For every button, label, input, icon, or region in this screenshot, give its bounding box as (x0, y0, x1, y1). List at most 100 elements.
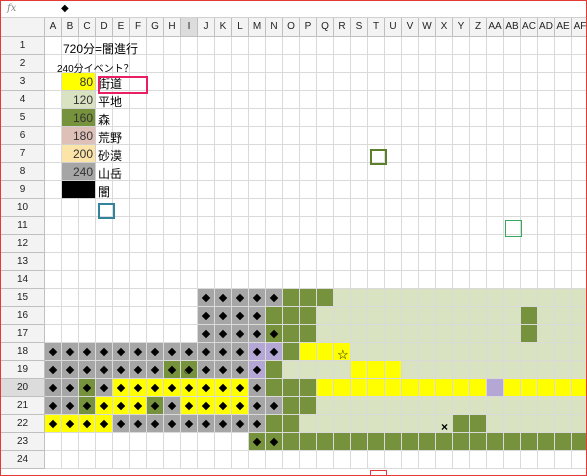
legend-label: 砂漠 (98, 149, 123, 163)
column-header[interactable]: AA (487, 18, 504, 37)
column-header[interactable]: F (130, 18, 147, 37)
column-header[interactable]: V (402, 18, 419, 37)
row-header[interactable]: 21 (1, 397, 45, 415)
row-header[interactable]: 4 (1, 91, 45, 109)
map-tile (487, 361, 504, 379)
map-tile (317, 379, 334, 397)
map-tile (572, 433, 586, 451)
cell-grid[interactable]: 720分=闇進行 240分イベント？ 80 街道 120 平地 160 森 180 荒野 200… (45, 37, 586, 475)
map-tile (572, 361, 586, 379)
row-header[interactable]: 23 (1, 433, 45, 451)
row-header[interactable]: 16 (1, 307, 45, 325)
map-tile (487, 397, 504, 415)
column-header[interactable]: Y (453, 18, 470, 37)
map-tile (436, 361, 453, 379)
map-tile (300, 289, 317, 307)
column-header[interactable]: T (368, 18, 385, 37)
legend-value: 200 (72, 147, 93, 161)
row-header[interactable]: 10 (1, 199, 45, 217)
map-tile (300, 361, 317, 379)
formula-value[interactable]: ◆ (61, 1, 69, 17)
column-header[interactable]: U (385, 18, 402, 37)
row-header[interactable]: 24 (1, 451, 45, 469)
map-tile (300, 379, 317, 397)
map-tile (368, 325, 385, 343)
row-header[interactable]: 3 (1, 73, 45, 91)
row-header[interactable]: 15 (1, 289, 45, 307)
map-tile (504, 415, 521, 433)
column-header[interactable]: K (215, 18, 232, 37)
row-header[interactable]: 17 (1, 325, 45, 343)
row-header[interactable]: 1 (1, 37, 45, 55)
map-tile (538, 433, 555, 451)
formula-bar[interactable]: fx ◆ (1, 1, 586, 18)
column-header[interactable]: O (283, 18, 300, 37)
map-tile (538, 379, 555, 397)
column-header[interactable]: I (181, 18, 198, 37)
select-all-corner[interactable] (1, 18, 45, 37)
column-header[interactable]: A (45, 18, 62, 37)
row-header[interactable]: 12 (1, 235, 45, 253)
row-header[interactable]: 2 (1, 55, 45, 73)
map-tile (555, 415, 572, 433)
row-header[interactable]: 18 (1, 343, 45, 361)
map-tile (300, 343, 317, 361)
column-header[interactable]: C (79, 18, 96, 37)
column-header[interactable]: G (147, 18, 164, 37)
row-header[interactable]: 13 (1, 253, 45, 271)
column-header[interactable]: R (334, 18, 351, 37)
column-header[interactable]: B (62, 18, 79, 37)
column-header[interactable]: AE (555, 18, 572, 37)
column-header[interactable]: M (249, 18, 266, 37)
map-tile (402, 289, 419, 307)
star-marker: ☆ (337, 347, 349, 362)
row-header[interactable]: 22 (1, 415, 45, 433)
column-header[interactable]: W (419, 18, 436, 37)
row-header[interactable]: 5 (1, 109, 45, 127)
map-tile (436, 343, 453, 361)
map-tile (572, 397, 586, 415)
map-tile (266, 379, 283, 397)
map-tile (453, 343, 470, 361)
column-header[interactable]: E (113, 18, 130, 37)
column-header[interactable]: J (198, 18, 215, 37)
map-tile (572, 415, 586, 433)
map-tile (538, 307, 555, 325)
column-header[interactable]: P (300, 18, 317, 37)
row-header[interactable]: 11 (1, 217, 45, 235)
map-tile (538, 415, 555, 433)
row-header[interactable]: 9 (1, 181, 45, 199)
map-tile (487, 343, 504, 361)
map-tile (317, 397, 334, 415)
map-tile (436, 397, 453, 415)
row-header[interactable]: 20 (1, 379, 45, 397)
column-header[interactable]: AD (538, 18, 555, 37)
column-header[interactable]: D (96, 18, 113, 37)
row-header[interactable]: 7 (1, 145, 45, 163)
column-header[interactable]: Z (470, 18, 487, 37)
column-header[interactable]: H (164, 18, 181, 37)
teal-selection-box (98, 203, 115, 219)
map-tile (351, 433, 368, 451)
row-header[interactable]: 8 (1, 163, 45, 181)
column-header[interactable]: S (351, 18, 368, 37)
column-header[interactable]: N (266, 18, 283, 37)
map-tile (521, 397, 538, 415)
row-header[interactable]: 19 (1, 361, 45, 379)
column-header[interactable]: AB (504, 18, 521, 37)
column-header[interactable]: AC (521, 18, 538, 37)
map-tile (453, 325, 470, 343)
map-tile (300, 397, 317, 415)
row-header[interactable]: 14 (1, 271, 45, 289)
map-tile (470, 397, 487, 415)
map-tile (538, 289, 555, 307)
map-tile (300, 415, 317, 433)
column-header[interactable]: X (436, 18, 453, 37)
column-header[interactable]: AF (572, 18, 586, 37)
map-tile (402, 379, 419, 397)
column-header[interactable]: L (232, 18, 249, 37)
row-header[interactable]: 6 (1, 127, 45, 145)
column-header[interactable]: Q (317, 18, 334, 37)
map-tile (300, 307, 317, 325)
map-tile (385, 397, 402, 415)
